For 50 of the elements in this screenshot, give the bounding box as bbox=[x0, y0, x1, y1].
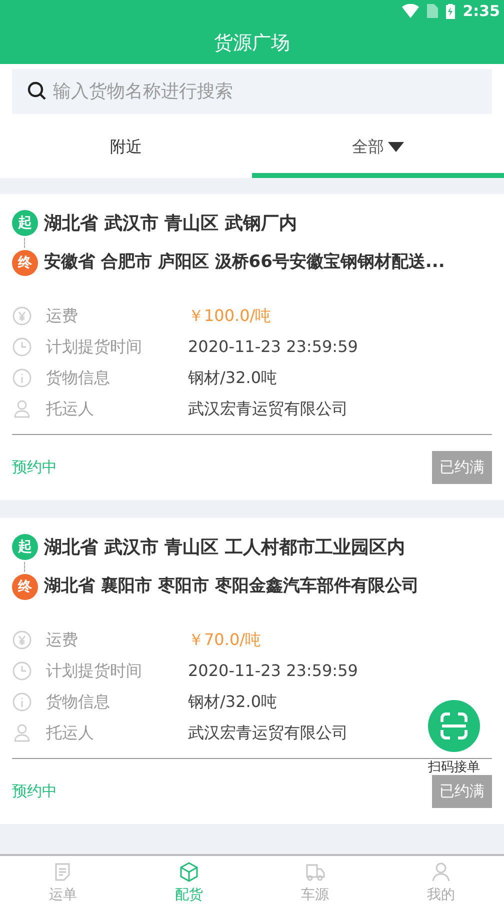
search-icon bbox=[27, 81, 47, 101]
info-value: 2020-11-23 23:59:59 bbox=[188, 336, 358, 358]
page-title: 货源广场 bbox=[214, 30, 290, 56]
filter-tab[interactable]: 全部 bbox=[252, 116, 504, 178]
filter-tab[interactable]: 附近 bbox=[0, 116, 252, 178]
yuan-icon bbox=[12, 630, 32, 650]
booking-status: 预约中 bbox=[12, 457, 57, 478]
info-value: 武汉宏青运贸有限公司 bbox=[188, 398, 348, 420]
info-label: 货物信息 bbox=[46, 366, 111, 388]
info-label: 托运人 bbox=[46, 722, 95, 744]
nav-tab[interactable]: 配货 bbox=[126, 856, 252, 910]
search-field[interactable]: 输入货物名称进行搜索 bbox=[12, 69, 492, 114]
scan-icon bbox=[439, 711, 469, 741]
info-value: ￥100.0/吨 bbox=[188, 304, 272, 326]
info-icon bbox=[12, 368, 32, 388]
end-badge: 终 bbox=[12, 250, 38, 276]
wifi-icon bbox=[402, 4, 419, 18]
clock-icon bbox=[12, 336, 32, 356]
start-badge: 起 bbox=[12, 210, 38, 236]
start-badge: 起 bbox=[12, 534, 38, 560]
nav-tab[interactable]: 车源 bbox=[252, 856, 378, 910]
info-value: ￥70.0/吨 bbox=[188, 628, 262, 650]
status-time: 2:35 bbox=[462, 0, 500, 22]
person-icon bbox=[12, 398, 32, 418]
info-label: 计划提货时间 bbox=[46, 336, 143, 358]
no-sim-icon bbox=[426, 4, 438, 18]
info-value: 钢材/32.0吨 bbox=[188, 366, 278, 388]
clock-icon bbox=[12, 660, 32, 680]
origin-address: 湖北省 武汉市 青山区 武钢厂内 bbox=[44, 212, 297, 236]
yuan-icon bbox=[12, 306, 32, 326]
info-label: 运费 bbox=[46, 628, 79, 650]
destination-address: 安徽省 合肥市 庐阳区 汲桥66号安徽宝钢钢材配送... bbox=[44, 251, 445, 274]
info-label: 货物信息 bbox=[46, 690, 111, 712]
info-label: 计划提货时间 bbox=[46, 660, 143, 682]
info-value: 武汉宏青运贸有限公司 bbox=[188, 722, 348, 744]
box-icon bbox=[178, 860, 200, 882]
end-badge: 终 bbox=[12, 574, 38, 600]
info-value: 2020-11-23 23:59:59 bbox=[188, 660, 358, 682]
info-label: 运费 bbox=[46, 304, 79, 326]
person-icon bbox=[430, 860, 452, 882]
booking-status: 预约中 bbox=[12, 781, 57, 802]
nav-tab[interactable]: 我的 bbox=[378, 856, 504, 910]
battery-icon bbox=[446, 4, 455, 18]
destination-address: 湖北省 襄阳市 枣阳市 枣阳金鑫汽车部件有限公司 bbox=[44, 575, 419, 598]
origin-address: 湖北省 武汉市 青山区 工人村都市工业园区内 bbox=[44, 536, 405, 560]
info-value: 钢材/32.0吨 bbox=[188, 690, 278, 712]
info-icon bbox=[12, 692, 32, 712]
nav-tab[interactable]: 运单 bbox=[0, 856, 126, 910]
info-label: 托运人 bbox=[46, 398, 95, 420]
person-icon bbox=[12, 722, 32, 742]
